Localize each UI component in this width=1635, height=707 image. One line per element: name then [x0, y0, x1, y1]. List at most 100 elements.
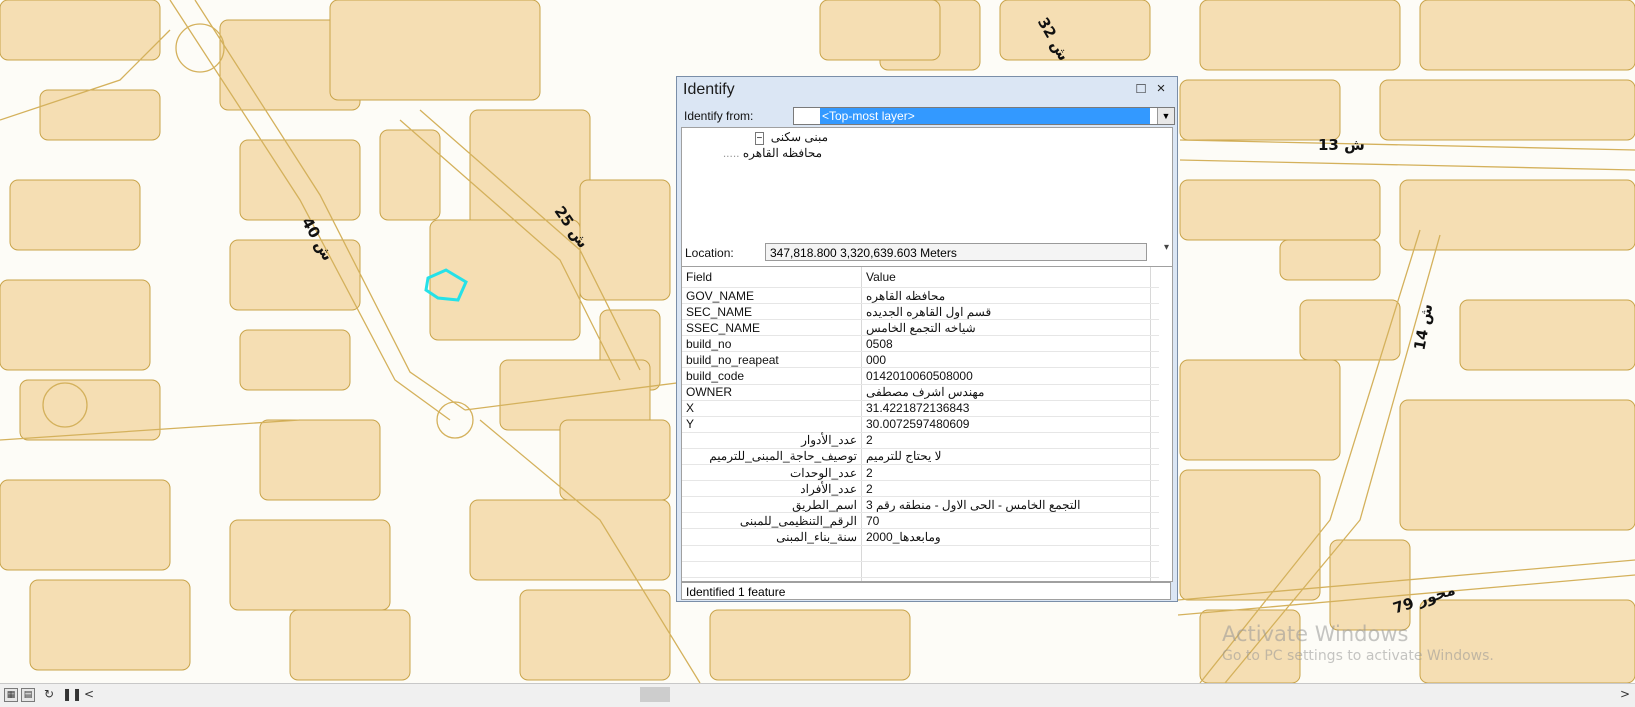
field-name-cell[interactable]: SEC_NAME [682, 303, 862, 321]
table-row[interactable]: build_no 0508 [682, 335, 1159, 353]
table-row[interactable]: الرقم_التنظيمى_للمبنى 70 [682, 512, 1159, 530]
refresh-icon[interactable]: ↻ [44, 687, 54, 701]
table-row[interactable]: SEC_NAME قسم اول القاهره الجديده [682, 303, 1159, 321]
table-row[interactable]: عدد_الأدوار 2 [682, 432, 1159, 449]
parcel[interactable] [229, 239, 361, 311]
collapse-icon[interactable]: − [754, 132, 765, 145]
field-name-cell[interactable]: توصيف_حاجة_المبنى_للترميم [682, 448, 862, 466]
parcel[interactable] [0, 0, 161, 61]
parcel[interactable] [1279, 239, 1381, 281]
table-row[interactable]: Y 30.0072597480609 [682, 416, 1159, 433]
table-row[interactable]: عدد_الوحدات 2 [682, 464, 1159, 482]
field-name-cell[interactable]: OWNER [682, 384, 862, 401]
parcel[interactable] [1179, 179, 1381, 241]
field-value-cell[interactable]: 2 [861, 480, 1151, 498]
parcel[interactable] [1379, 79, 1635, 141]
identify-from-value[interactable]: <Top-most layer> [820, 108, 1150, 124]
field-name-cell[interactable]: X [682, 400, 862, 417]
parcel[interactable] [1459, 299, 1635, 371]
field-value-cell[interactable]: 0508 [861, 335, 1151, 353]
parcel[interactable] [579, 179, 671, 301]
field-value-cell[interactable]: 30.0072597480609 [861, 416, 1151, 433]
scroll-right-button[interactable]: > [1620, 687, 1630, 701]
layout-view-icon[interactable]: ▦ [4, 688, 18, 702]
table-row[interactable]: سنة_بناء_المبنى ومابعدها_2000 [682, 528, 1159, 546]
parcel[interactable] [0, 479, 171, 571]
parcel[interactable] [1179, 79, 1341, 141]
parcel[interactable] [999, 0, 1151, 61]
field-value-cell[interactable]: 2 [861, 432, 1151, 449]
field-value-cell[interactable]: مهندس اشرف مصطفى [861, 384, 1151, 401]
parcel[interactable] [429, 219, 581, 341]
pause-icon[interactable]: ❚❚ [62, 687, 82, 701]
field-name-cell[interactable]: GOV_NAME [682, 287, 862, 305]
field-name-cell[interactable]: الرقم_التنظيمى_للمبنى [682, 512, 862, 530]
tree-layer-label[interactable]: مبنى سكنى [771, 130, 828, 144]
parcel[interactable] [1419, 0, 1635, 71]
field-value-cell[interactable]: ومابعدها_2000 [861, 528, 1151, 546]
field-name-cell[interactable]: build_no [682, 335, 862, 353]
table-row[interactable]: GOV_NAME محافظه القاهره [682, 287, 1159, 305]
field-value-cell[interactable]: 000 [861, 351, 1151, 369]
field-name-cell[interactable]: build_no_reapeat [682, 351, 862, 369]
field-value-cell[interactable]: 70 [861, 512, 1151, 530]
field-value-cell[interactable]: شياخه التجمع الخامس [861, 319, 1151, 337]
parcel[interactable] [379, 129, 441, 221]
parcel[interactable] [259, 419, 381, 501]
table-row[interactable]: build_no_reapeat 000 [682, 351, 1159, 369]
parcel[interactable] [329, 0, 541, 101]
field-name-cell[interactable]: SSEC_NAME [682, 319, 862, 337]
parcel[interactable] [9, 179, 141, 251]
parcel[interactable] [1199, 0, 1401, 71]
parcel[interactable] [1299, 299, 1401, 361]
tree-feature-label[interactable]: محافظه القاهره [743, 146, 822, 160]
field-value-cell[interactable]: محافظه القاهره [861, 287, 1151, 305]
table-row[interactable]: build_code 0142010060508000 [682, 367, 1159, 385]
parcel[interactable] [469, 499, 671, 581]
field-value-cell[interactable]: التجمع الخامس - الحى الاول - منطقه رقم 3 [861, 496, 1151, 514]
chevron-down-icon[interactable]: ▼ [1157, 108, 1174, 124]
scroll-left-button[interactable]: < [84, 687, 94, 701]
parcel[interactable] [289, 609, 411, 681]
table-row[interactable]: OWNER مهندس اشرف مصطفى [682, 384, 1159, 401]
parcel[interactable] [1399, 179, 1635, 251]
parcel[interactable] [29, 579, 191, 671]
field-value-cell[interactable]: 0142010060508000 [861, 367, 1151, 385]
parcel[interactable] [39, 89, 161, 141]
close-button[interactable]: × [1153, 80, 1169, 97]
location-menu-icon[interactable]: ▾ [1164, 242, 1169, 253]
field-value-cell[interactable]: 31.4221872136843 [861, 400, 1151, 417]
parcel[interactable] [1179, 469, 1321, 601]
table-row[interactable]: عدد_الأفراد 2 [682, 480, 1159, 498]
field-name-cell[interactable]: عدد_الوحدات [682, 464, 862, 482]
field-name-cell[interactable]: عدد_الأدوار [682, 432, 862, 449]
field-name-cell[interactable]: اسم_الطريق [682, 496, 862, 514]
table-row[interactable]: اسم_الطريق التجمع الخامس - الحى الاول - م… [682, 496, 1159, 514]
parcel[interactable] [519, 589, 671, 681]
parcel[interactable] [819, 0, 941, 61]
parcel[interactable] [709, 609, 911, 681]
value-column-header[interactable]: Value [861, 267, 1151, 288]
field-column-header[interactable]: Field [682, 267, 862, 288]
parcel[interactable] [0, 279, 151, 371]
parcel[interactable] [1399, 399, 1635, 531]
horizontal-scrollbar-thumb[interactable] [640, 687, 670, 702]
parcel[interactable] [239, 139, 361, 221]
parcel[interactable] [239, 329, 351, 391]
identify-from-select[interactable]: <Top-most layer> ▼ [793, 107, 1175, 125]
table-row[interactable]: توصيف_حاجة_المبنى_للترميم لا يحتاج للترمي… [682, 448, 1159, 466]
tree-feature-node[interactable]: محافظه القاهره ..... [723, 146, 822, 160]
field-name-cell[interactable]: Y [682, 416, 862, 433]
table-row[interactable]: SSEC_NAME شياخه التجمع الخامس [682, 319, 1159, 337]
parcel[interactable] [229, 519, 391, 611]
field-value-cell[interactable]: 2 [861, 464, 1151, 482]
field-name-cell[interactable]: عدد_الأفراد [682, 480, 862, 498]
data-view-icon[interactable]: ▤ [21, 688, 35, 702]
field-name-cell[interactable]: سنة_بناء_المبنى [682, 528, 862, 546]
field-value-cell[interactable]: قسم اول القاهره الجديده [861, 303, 1151, 321]
tree-layer-node[interactable]: مبنى سكنى − [754, 130, 828, 145]
restore-button[interactable]: □ [1133, 80, 1149, 97]
parcel[interactable] [1179, 359, 1341, 461]
parcel[interactable] [559, 419, 671, 501]
field-value-cell[interactable]: لا يحتاج للترميم [861, 448, 1151, 466]
